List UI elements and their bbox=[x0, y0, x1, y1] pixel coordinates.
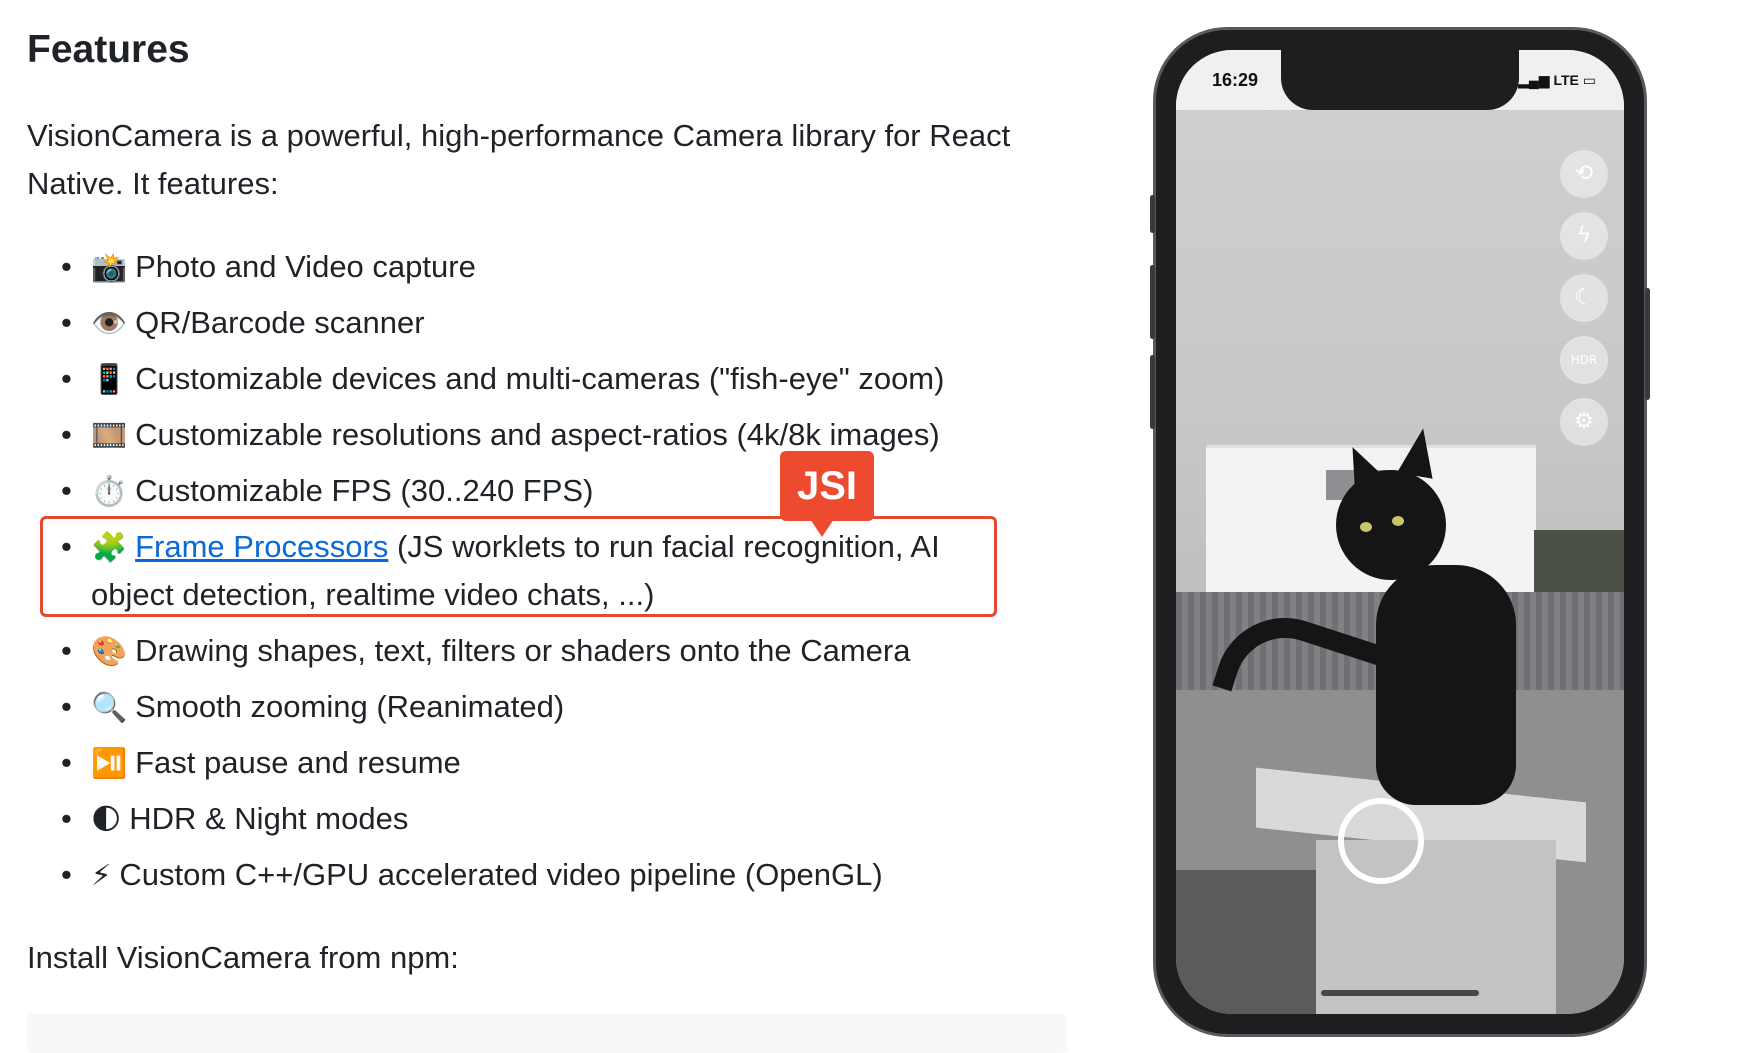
status-carrier: ▂▄▆ LTE ▭ bbox=[1518, 72, 1596, 88]
feature-text: Custom C++/GPU accelerated video pipelin… bbox=[119, 857, 883, 892]
cat-head bbox=[1336, 470, 1446, 580]
section-heading: Features bbox=[27, 28, 190, 71]
list-item: • ⚡ Custom C++/GPU accelerated video pipel… bbox=[61, 857, 883, 892]
night-mode-icon[interactable]: ☾ bbox=[1560, 274, 1608, 322]
camera-screen: 16:29 ▂▄▆ LTE ▭ ⟲ ϟ ☾ HDR ⚙ bbox=[1176, 50, 1624, 1014]
phone-icon: 📱 bbox=[91, 362, 128, 396]
cat-body bbox=[1376, 565, 1516, 805]
feature-text: Customizable devices and multi-cameras (… bbox=[135, 361, 945, 396]
lightning-icon: ⚡ bbox=[91, 858, 112, 892]
cat-eye bbox=[1392, 516, 1404, 526]
feature-text: Fast pause and resume bbox=[135, 745, 461, 780]
palette-icon: 🎨 bbox=[91, 634, 128, 668]
volume-down-button bbox=[1150, 355, 1155, 429]
list-item: • 📱 Customizable devices and multi-cameras… bbox=[61, 361, 945, 396]
settings-icon[interactable]: ⚙ bbox=[1560, 398, 1608, 446]
foreground-object bbox=[1176, 870, 1316, 1014]
home-indicator bbox=[1321, 990, 1479, 996]
power-button bbox=[1645, 288, 1650, 400]
list-item: • ⏯️ Fast pause and resume bbox=[61, 745, 461, 780]
list-item: • 🌓 HDR & Night modes bbox=[61, 801, 409, 836]
cat-eye bbox=[1360, 522, 1372, 532]
play-pause-icon: ⏯️ bbox=[91, 746, 128, 780]
code-block bbox=[27, 1013, 1067, 1053]
feature-text: Customizable FPS (30..240 FPS) bbox=[135, 473, 594, 508]
mute-switch bbox=[1150, 195, 1155, 233]
camera-flash-icon: 📸 bbox=[91, 250, 128, 284]
feature-text: QR/Barcode scanner bbox=[135, 305, 425, 340]
hdr-off-icon[interactable]: HDR bbox=[1560, 336, 1608, 384]
volume-up-button bbox=[1150, 265, 1155, 339]
feature-text: Customizable resolutions and aspect-rati… bbox=[135, 417, 940, 452]
half-moon-icon: 🌓 bbox=[91, 802, 122, 836]
list-item: • 🎞️ Customizable resolutions and aspect-r… bbox=[61, 417, 940, 452]
feature-text: Drawing shapes, text, filters or shaders… bbox=[135, 633, 911, 668]
magnifier-icon: 🔍 bbox=[91, 690, 128, 724]
stopwatch-icon: ⏱️ bbox=[91, 474, 128, 508]
shutter-button[interactable] bbox=[1338, 798, 1424, 884]
eye-icon: 👁️ bbox=[91, 306, 128, 340]
feature-text: Photo and Video capture bbox=[135, 249, 476, 284]
install-text: Install VisionCamera from npm: bbox=[27, 940, 459, 975]
camera-flip-icon[interactable]: ⟲ bbox=[1560, 150, 1608, 198]
phone-mockup: 16:29 ▂▄▆ LTE ▭ ⟲ ϟ ☾ HDR ⚙ bbox=[1150, 27, 1650, 1037]
list-item: • 📸 Photo and Video capture bbox=[61, 249, 476, 284]
intro-paragraph: VisionCamera is a powerful, high-perform… bbox=[27, 118, 1011, 201]
film-icon: 🎞️ bbox=[91, 418, 128, 452]
feature-text: HDR & Night modes bbox=[129, 801, 409, 836]
list-item: • 🎨 Drawing shapes, text, filters or shade… bbox=[61, 633, 911, 668]
feature-text: Smooth zooming (Reanimated) bbox=[135, 689, 565, 724]
list-item: • 🔍 Smooth zooming (Reanimated) bbox=[61, 689, 565, 724]
list-item: • 👁️ QR/Barcode scanner bbox=[61, 305, 425, 340]
flash-off-icon[interactable]: ϟ bbox=[1560, 212, 1608, 260]
list-item: • ⏱️ Customizable FPS (30..240 FPS) bbox=[61, 473, 594, 508]
status-time: 16:29 bbox=[1212, 70, 1259, 90]
phone-notch bbox=[1281, 50, 1519, 110]
jsi-badge: JSI bbox=[780, 451, 874, 537]
highlight-box bbox=[40, 516, 997, 617]
